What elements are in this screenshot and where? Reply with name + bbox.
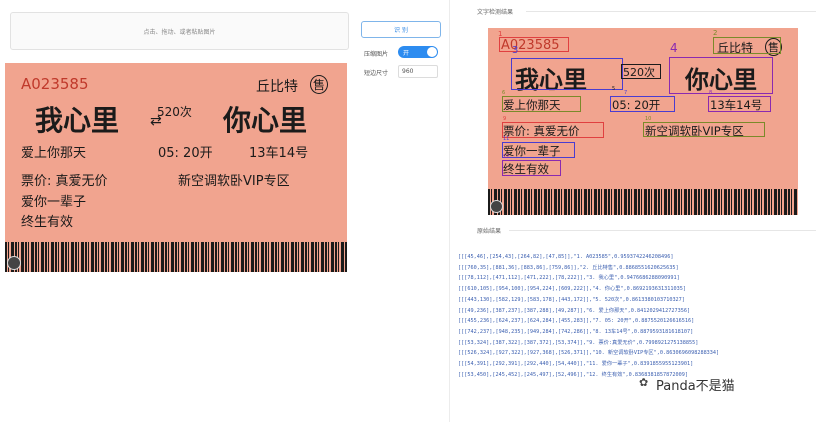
detection-box (610, 96, 675, 112)
detection-ticket-image: A023585 丘比特 售 我心里 520次 你心里 爱上你那天 05: 20开… (488, 28, 798, 215)
box-label: 1 (498, 30, 503, 38)
ticket-line1: 爱你一辈子 (21, 195, 87, 210)
raw-result-line: [[[45,46],[254,43],[264,82],[47,85]],"1.… (458, 254, 674, 260)
raw-result-line: [[[760,35],[881,36],[883,86],[759,86]],"… (458, 264, 679, 271)
raw-result-line: [[[742,237],[948,235],[949,284],[742,286… (458, 328, 694, 335)
compress-toggle[interactable]: 开 (398, 46, 438, 58)
raw-result-line: [[[78,112],[471,112],[471,222],[78,222]]… (458, 275, 680, 282)
toggle-knob (427, 47, 437, 57)
box-label: 3 (512, 45, 519, 56)
ticket-seat: 13车14号 (249, 146, 309, 161)
box-label: 9 (503, 116, 507, 122)
recognize-button[interactable]: 识 别 (361, 21, 441, 38)
detection-box (669, 57, 773, 94)
image-upload-area[interactable]: 点击、拖动、或者粘贴图片 (10, 12, 349, 50)
det-camera-icon[interactable] (490, 200, 503, 213)
camera-icon[interactable] (7, 256, 21, 270)
ticket-train: 520次 (157, 105, 192, 119)
ticket-from: 我心里 (35, 104, 120, 137)
raw-result-line: [[[53,324],[387,322],[387,372],[53,374]]… (458, 339, 699, 346)
raw-results-rule (509, 230, 816, 231)
raw-result-line: [[[53,450],[245,452],[245,497],[52,496]]… (458, 371, 689, 378)
raw-result-line: [[[49,236],[387,237],[387,288],[49,287]]… (458, 307, 691, 314)
panel-divider (449, 0, 450, 422)
detection-box (502, 96, 581, 112)
detection-title: 文字检测结果 (477, 9, 514, 16)
box-label: 12 (503, 154, 510, 160)
detection-box (502, 142, 575, 158)
detection-box (708, 96, 771, 112)
ticket-price: 票价: 真爱无价 (21, 174, 108, 189)
box-label: 11 (503, 136, 510, 142)
watermark-text: Panda不是猫 (656, 379, 735, 394)
box-label: 6 (502, 90, 506, 96)
raw-results-list: [[[45,46],[254,43],[264,82],[47,85]],"1.… (458, 252, 798, 380)
ticket-arrow: ⇄ (150, 113, 162, 129)
ticket-to: 你心里 (223, 104, 308, 137)
box-label: 2 (713, 29, 718, 37)
det-barcode (488, 189, 798, 215)
detection-rule (526, 11, 816, 12)
raw-results-title: 原始结果 (477, 228, 502, 235)
wechat-icon: ✿ (639, 376, 649, 389)
short-side-size-input[interactable]: 960 (398, 65, 438, 78)
detection-box (511, 58, 623, 90)
raw-result-line: [[[610,105],[954,100],[954,224],[609,222… (458, 286, 686, 293)
ticket-date: 爱上你那天 (21, 146, 87, 161)
box-label: 5 (612, 86, 616, 92)
ticket-serial: A023585 (21, 75, 89, 93)
ticket-class: 新空调软卧VIP专区 (178, 174, 290, 189)
ticket-line2: 终生有效 (21, 215, 74, 230)
detection-box (713, 37, 781, 54)
raw-result-line: [[[54,391],[292,391],[292,440],[54,440]]… (458, 361, 694, 368)
ticket-time: 05: 20开 (158, 146, 213, 161)
compress-label: 压缩图片 (364, 51, 389, 58)
box-label: 8 (709, 90, 713, 96)
size-label: 短边尺寸 (364, 70, 389, 77)
detection-box (499, 37, 569, 52)
box-label: 7 (624, 90, 628, 96)
box-label: 10 (645, 116, 652, 122)
detection-box (502, 160, 561, 176)
ticket-sale: 售 (310, 75, 329, 94)
box-label: 4 (670, 41, 678, 55)
raw-result-line: [[[526,324],[927,322],[927,368],[526,371… (458, 350, 720, 357)
detection-box (621, 64, 661, 79)
toggle-text: 开 (403, 50, 410, 57)
raw-result-line: [[[443,130],[582,129],[583,178],[443,172… (458, 296, 685, 303)
ticket-station: 丘比特 (256, 79, 298, 95)
source-ticket-image: A023585 丘比特 售 我心里 520次 ⇄ 你心里 爱上你那天 05: 2… (5, 63, 347, 272)
upload-hint: 点击、拖动、或者粘贴图片 (143, 28, 216, 36)
detection-box (502, 122, 604, 138)
ticket-barcode (5, 242, 347, 272)
raw-result-line: [[[455,236],[624,237],[624,284],[455,283… (458, 318, 695, 325)
detection-box (643, 122, 765, 137)
